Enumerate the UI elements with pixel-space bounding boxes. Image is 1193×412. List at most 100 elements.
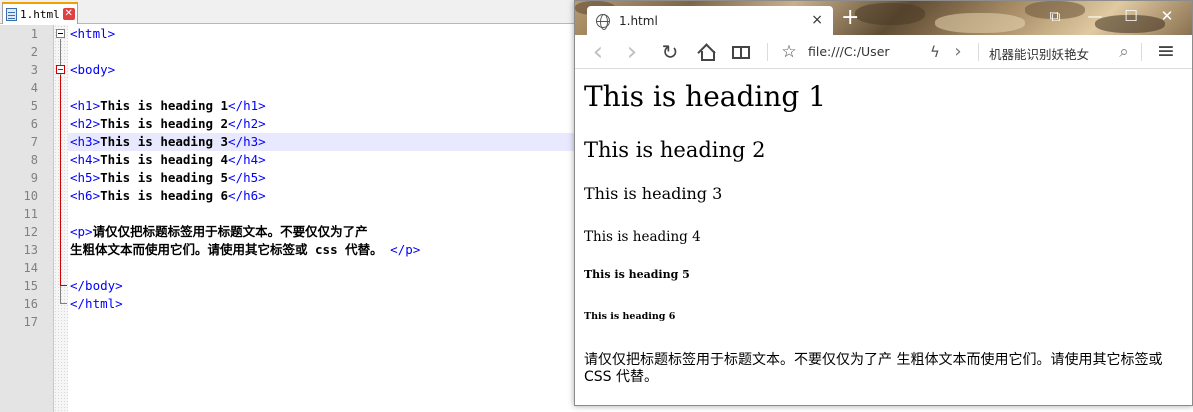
tag-token: <h4> bbox=[70, 152, 101, 167]
code-editor[interactable]: 1.html ✕ 1 2 3 4 5 6 7 8 9 10 11 12 13 1… bbox=[0, 0, 580, 412]
text-token: This is heading 1 bbox=[100, 98, 229, 113]
tag-token: </html> bbox=[70, 296, 123, 311]
text-token: This is heading 2 bbox=[100, 116, 229, 131]
page-heading-6: This is heading 6 bbox=[584, 311, 676, 322]
camo-pattern bbox=[855, 3, 925, 25]
tag-token: </p> bbox=[390, 242, 421, 257]
line-number: 16 bbox=[23, 297, 38, 311]
code-line-3[interactable]: <body> bbox=[70, 61, 115, 79]
line-number: 17 bbox=[23, 315, 38, 329]
line-number: 5 bbox=[30, 99, 38, 113]
tag-token: <h2> bbox=[70, 116, 101, 131]
line-number: 13 bbox=[23, 243, 38, 257]
code-line-1[interactable]: <html> bbox=[70, 25, 115, 43]
expand-chevron-icon[interactable]: › bbox=[947, 41, 969, 63]
tag-token: </body> bbox=[70, 278, 123, 293]
code-line-7[interactable]: <h3>This is heading 3</h3> bbox=[70, 133, 266, 151]
text-token: 请仅仅把标题标签用于标题文本。不要仅仅为了产 bbox=[92, 224, 368, 239]
nav-divider bbox=[1141, 43, 1142, 61]
search-box[interactable]: 机器能识别妖艳女 bbox=[989, 44, 1089, 63]
new-tab-button[interactable]: + bbox=[841, 7, 859, 29]
address-bar[interactable]: file:///C:/User bbox=[808, 44, 890, 59]
restore-window-icon[interactable]: ⧉ bbox=[1045, 6, 1065, 26]
tag-token: </h6> bbox=[228, 188, 266, 203]
text-token: This is heading 6 bbox=[100, 188, 229, 203]
tag-token: <p> bbox=[70, 224, 93, 239]
page-heading-1: This is heading 1 bbox=[584, 80, 827, 113]
tag-token: </h3> bbox=[228, 134, 266, 149]
reader-mode-icon[interactable] bbox=[732, 46, 750, 59]
line-number: 4 bbox=[30, 81, 38, 95]
back-button[interactable]: ‹ bbox=[587, 39, 609, 65]
browser-navbar: ‹ › ↻ ☆ file:///C:/User ϟ › 机器能识别妖艳女 ⌕ ≡ bbox=[575, 35, 1192, 69]
maximize-button[interactable]: ☐ bbox=[1121, 6, 1141, 26]
line-number: 10 bbox=[23, 189, 38, 203]
tag-token: </h5> bbox=[228, 170, 266, 185]
editor-tab-bar: 1.html ✕ bbox=[0, 0, 580, 24]
fold-end-html bbox=[60, 303, 67, 304]
fold-toggle-body-icon[interactable] bbox=[56, 65, 65, 74]
line-number-gutter: 1 2 3 4 5 6 7 8 9 10 11 12 13 14 15 16 1… bbox=[0, 25, 54, 412]
code-line-6[interactable]: <h2>This is heading 2</h2> bbox=[70, 115, 266, 133]
browser-tab-title: 1.html bbox=[619, 13, 658, 28]
tag-token: <h1> bbox=[70, 98, 101, 113]
text-token: 生粗体文本而使用它们。请使用其它标签或 css 代替。 bbox=[70, 242, 383, 257]
editor-tab-label: 1.html bbox=[20, 7, 60, 21]
browser-window: 1.html × + ⧉ — ☐ ✕ ‹ › ↻ ☆ file:///C:/Us… bbox=[574, 0, 1193, 406]
line-number: 1 bbox=[30, 27, 38, 41]
code-line-15[interactable]: </body> bbox=[70, 277, 123, 295]
code-line-5[interactable]: <h1>This is heading 1</h1> bbox=[70, 97, 266, 115]
home-icon[interactable] bbox=[698, 45, 715, 61]
code-line-10[interactable]: <h6>This is heading 6</h6> bbox=[70, 187, 266, 205]
tag-token: </h2> bbox=[228, 116, 266, 131]
forward-button[interactable]: › bbox=[621, 39, 643, 65]
code-line-13[interactable]: 生粗体文本而使用它们。请使用其它标签或 css 代替。 </p> bbox=[70, 241, 420, 259]
code-line-9[interactable]: <h5>This is heading 5</h5> bbox=[70, 169, 266, 187]
browser-titlebar[interactable]: 1.html × + ⧉ — ☐ ✕ bbox=[575, 1, 1192, 35]
page-paragraph: 请仅仅把标题标签用于标题文本。不要仅仅为了产 生粗体文本而使用它们。请使用其它标… bbox=[584, 352, 1163, 385]
tab-close-icon[interactable]: ✕ bbox=[62, 8, 75, 20]
fold-line-active bbox=[60, 75, 61, 285]
line-number: 15 bbox=[23, 279, 38, 293]
tag-token: <html> bbox=[70, 26, 116, 41]
search-icon[interactable]: ⌕ bbox=[1113, 41, 1135, 63]
lightning-icon[interactable]: ϟ bbox=[924, 41, 946, 63]
text-token: This is heading 5 bbox=[100, 170, 229, 185]
code-line-16[interactable]: </html> bbox=[70, 295, 123, 313]
code-line-12[interactable]: <p>请仅仅把标题标签用于标题文本。不要仅仅为了产 bbox=[70, 223, 368, 241]
tag-token: </h1> bbox=[228, 98, 266, 113]
tag-token: <h5> bbox=[70, 170, 101, 185]
nav-divider bbox=[767, 43, 768, 61]
tag-token: <h3> bbox=[70, 134, 101, 149]
line-number: 3 bbox=[30, 63, 38, 77]
browser-tab-1-html[interactable]: 1.html × bbox=[587, 6, 833, 35]
tag-token: <body> bbox=[70, 62, 116, 77]
text-token: This is heading 3 bbox=[100, 134, 229, 149]
page-heading-5: This is heading 5 bbox=[584, 268, 690, 281]
page-heading-2: This is heading 2 bbox=[584, 138, 766, 162]
menu-icon[interactable]: ≡ bbox=[1155, 41, 1177, 63]
line-number: 7 bbox=[30, 135, 38, 149]
minimize-button[interactable]: — bbox=[1085, 6, 1105, 26]
line-number: 14 bbox=[23, 261, 38, 275]
tag-token: <h6> bbox=[70, 188, 101, 203]
line-number: 8 bbox=[30, 153, 38, 167]
reload-button[interactable]: ↻ bbox=[659, 41, 681, 63]
file-icon bbox=[6, 7, 17, 21]
fold-end-body bbox=[60, 285, 67, 286]
line-number: 12 bbox=[23, 225, 38, 239]
line-number: 6 bbox=[30, 117, 38, 131]
fold-margin bbox=[54, 25, 68, 412]
line-number: 9 bbox=[30, 171, 38, 185]
page-heading-3: This is heading 3 bbox=[584, 184, 723, 203]
close-window-button[interactable]: ✕ bbox=[1157, 6, 1177, 26]
line-number: 2 bbox=[30, 45, 38, 59]
fold-toggle-html-icon[interactable] bbox=[56, 29, 65, 38]
page-heading-4: This is heading 4 bbox=[584, 229, 701, 245]
editor-tab-1-html[interactable]: 1.html ✕ bbox=[2, 2, 78, 24]
bookmark-star-icon[interactable]: ☆ bbox=[778, 41, 800, 63]
browser-tab-close-icon[interactable]: × bbox=[811, 12, 823, 28]
globe-icon bbox=[596, 13, 610, 30]
text-token: This is heading 4 bbox=[100, 152, 229, 167]
code-line-8[interactable]: <h4>This is heading 4</h4> bbox=[70, 151, 266, 169]
